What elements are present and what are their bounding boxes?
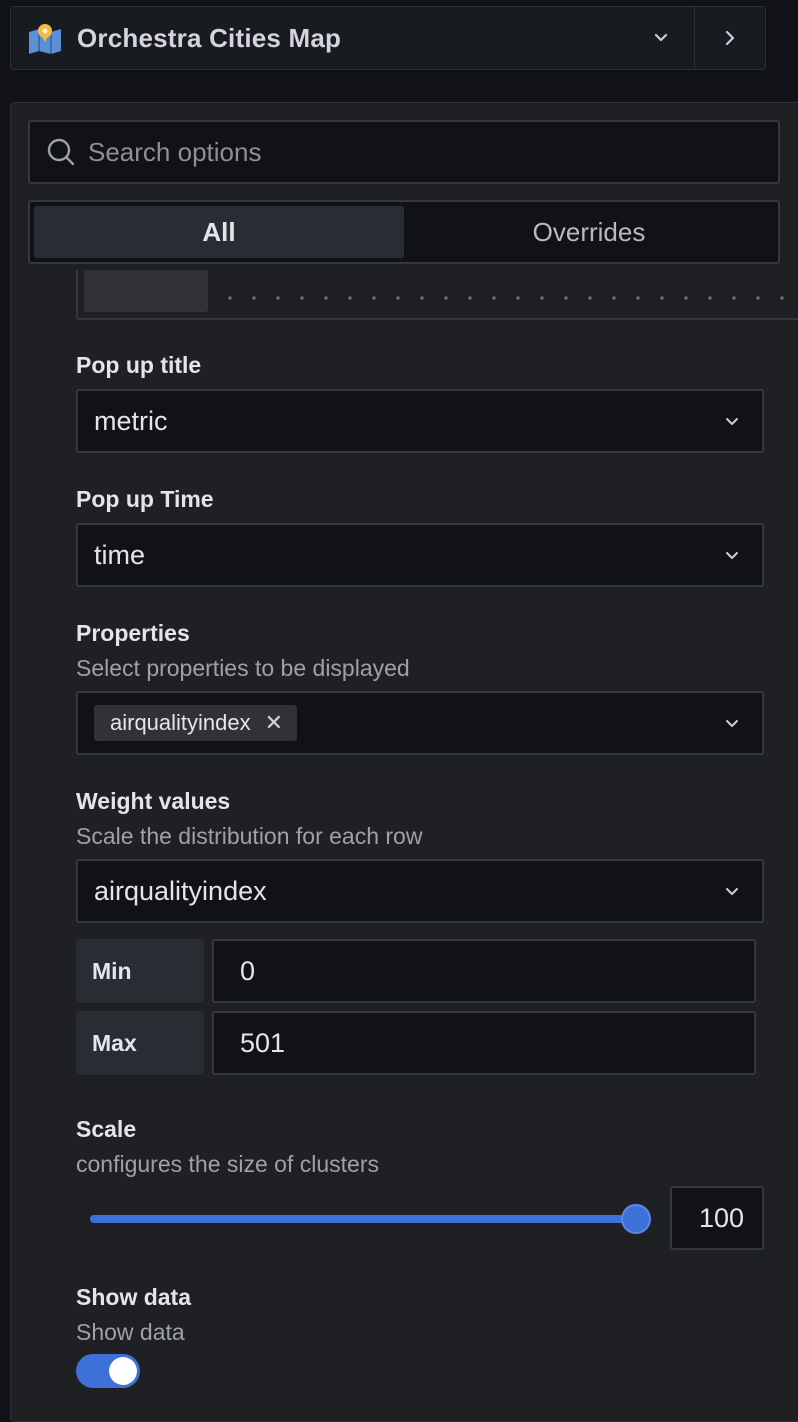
popup-time-label: Pop up Time xyxy=(76,486,214,512)
properties-description: Select properties to be displayed xyxy=(76,655,410,681)
popup-title-select[interactable]: metric xyxy=(76,389,764,453)
search-box xyxy=(28,120,780,184)
scrolled-chip xyxy=(84,270,208,312)
collapse-button[interactable] xyxy=(695,7,765,69)
scrolled-text xyxy=(218,296,798,300)
chevron-down-icon xyxy=(726,552,738,559)
slider-fill xyxy=(90,1215,636,1223)
chevron-down-icon xyxy=(726,418,738,425)
weight-values-select[interactable]: airqualityindex xyxy=(76,859,764,923)
search-input[interactable] xyxy=(88,122,778,182)
weight-values-label: Weight values xyxy=(76,788,231,814)
scale-description: configures the size of clusters xyxy=(76,1151,379,1177)
tab-overrides[interactable]: Overrides xyxy=(404,206,774,258)
scale-label: Scale xyxy=(76,1116,137,1142)
panel-header: Orchestra Cities Map xyxy=(10,6,766,70)
properties-multiselect[interactable]: airqualityindex ✕ xyxy=(76,691,764,755)
popup-time-select[interactable]: time xyxy=(76,523,764,587)
tab-all[interactable]: All xyxy=(34,206,404,258)
min-input[interactable]: 0 xyxy=(212,939,756,1003)
chevron-down-icon xyxy=(726,720,738,727)
map-pin-icon xyxy=(29,24,61,54)
search-icon xyxy=(47,138,75,166)
scale-value-input[interactable]: 100 xyxy=(670,1186,764,1250)
chevron-down-icon xyxy=(654,33,668,42)
toggle-knob xyxy=(109,1357,137,1385)
property-chip: airqualityindex ✕ xyxy=(94,705,298,741)
show-data-toggle[interactable] xyxy=(76,1354,140,1388)
panel-type-dropdown[interactable] xyxy=(628,7,694,69)
show-data-label: Show data xyxy=(76,1284,192,1310)
slider-thumb[interactable] xyxy=(621,1204,651,1234)
popup-title-value: metric xyxy=(94,405,168,436)
weight-values-value: airqualityindex xyxy=(94,875,267,906)
min-label: Min xyxy=(76,939,204,1003)
chevron-right-icon xyxy=(725,30,735,46)
property-chip-label: airqualityindex xyxy=(110,710,251,735)
scale-slider[interactable] xyxy=(90,1204,651,1234)
chevron-down-icon xyxy=(726,888,738,895)
panel-title: Orchestra Cities Map xyxy=(77,22,342,53)
show-data-description: Show data xyxy=(76,1319,185,1345)
max-label: Max xyxy=(76,1011,204,1075)
popup-title-label: Pop up title xyxy=(76,352,202,378)
options-tabs: All Overrides xyxy=(28,200,780,264)
weight-values-description: Scale the distribution for each row xyxy=(76,823,423,849)
max-input[interactable]: 501 xyxy=(212,1011,756,1075)
popup-time-value: time xyxy=(94,539,146,570)
remove-chip-icon[interactable]: ✕ xyxy=(265,710,283,736)
scrolled-field xyxy=(76,270,798,320)
properties-label: Properties xyxy=(76,620,190,646)
